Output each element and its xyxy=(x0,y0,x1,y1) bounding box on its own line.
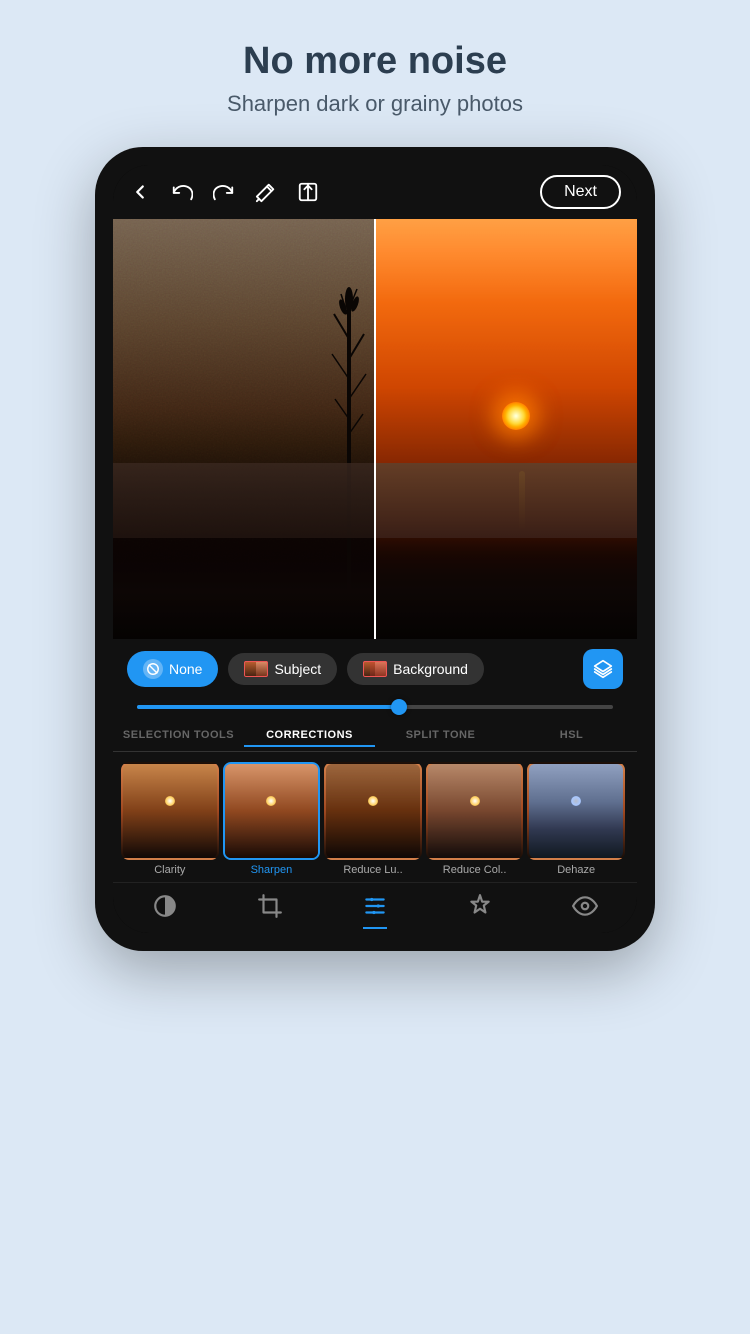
page-title: No more noise xyxy=(243,40,507,83)
split-divider xyxy=(374,219,376,639)
phone-mockup: Next xyxy=(95,147,655,951)
slider-fill xyxy=(137,705,399,709)
editor-toolbar: Next xyxy=(113,165,637,219)
tool-reduce-col-label: Reduce Col.. xyxy=(443,864,507,876)
redo-button[interactable] xyxy=(213,181,235,203)
tool-dehaze-label: Dehaze xyxy=(557,864,595,876)
tool-sharpen-thumb xyxy=(223,762,321,860)
tool-clarity-label: Clarity xyxy=(154,864,185,876)
subject-icon xyxy=(244,661,268,677)
phone-screen: Next xyxy=(113,165,637,933)
background-icon xyxy=(363,661,387,677)
compare-button[interactable] xyxy=(297,181,319,203)
tool-reduce-col-thumb xyxy=(426,762,524,860)
background-label: Background xyxy=(393,661,468,677)
tool-clarity[interactable]: Clarity xyxy=(121,762,219,876)
tools-tabs: SELECTION TOOLS CORRECTIONS SPLIT TONE H… xyxy=(113,717,637,752)
tool-sharpen[interactable]: Sharpen xyxy=(223,762,321,876)
toolbar-left-controls xyxy=(129,181,520,203)
undo-button[interactable] xyxy=(171,181,193,203)
tool-reduce-lum-thumb xyxy=(324,762,422,860)
photo-canvas xyxy=(113,219,637,639)
tool-sun-2 xyxy=(266,796,276,806)
tool-sun-3 xyxy=(368,796,378,806)
tool-sun-5 xyxy=(571,796,581,806)
tool-sun xyxy=(165,796,175,806)
sun-element xyxy=(502,402,530,430)
tab-hsl[interactable]: HSL xyxy=(506,725,637,747)
layers-button[interactable] xyxy=(583,649,623,689)
tool-reduce-color[interactable]: Reduce Col.. xyxy=(426,762,524,876)
next-button[interactable]: Next xyxy=(540,175,621,209)
selection-background-pill[interactable]: Background xyxy=(347,653,484,685)
tab-selection-tools[interactable]: SELECTION TOOLS xyxy=(113,725,244,747)
nav-adjustments-button[interactable] xyxy=(362,893,388,919)
none-icon xyxy=(143,659,163,679)
bottom-navigation xyxy=(113,882,637,933)
selection-bar: None Subject Background xyxy=(113,639,637,699)
tool-clarity-thumb xyxy=(121,762,219,860)
corrections-tools: Clarity Sharpen Reduce Lu.. xyxy=(113,752,637,882)
tab-corrections[interactable]: CORRECTIONS xyxy=(244,725,375,747)
selection-none-pill[interactable]: None xyxy=(127,651,218,687)
tool-dehaze[interactable]: Dehaze xyxy=(527,762,625,876)
nav-preview-button[interactable] xyxy=(572,893,598,919)
nav-tone-button[interactable] xyxy=(152,893,178,919)
subject-label: Subject xyxy=(274,661,321,677)
selection-subject-pill[interactable]: Subject xyxy=(228,653,337,685)
slider-thumb[interactable] xyxy=(391,699,407,715)
nav-crop-button[interactable] xyxy=(257,893,283,919)
page-subtitle: Sharpen dark or grainy photos xyxy=(227,91,523,117)
adjustment-slider-area xyxy=(113,699,637,717)
tool-reduce-luminance[interactable]: Reduce Lu.. xyxy=(324,762,422,876)
water-left xyxy=(113,463,375,539)
tool-dehaze-thumb xyxy=(527,762,625,860)
tool-reduce-lum-label: Reduce Lu.. xyxy=(343,864,402,876)
tool-sun-4 xyxy=(470,796,480,806)
tab-split-tone[interactable]: SPLIT TONE xyxy=(375,725,506,747)
magic-button[interactable] xyxy=(255,181,277,203)
nav-healing-button[interactable] xyxy=(467,893,493,919)
tool-sharpen-label: Sharpen xyxy=(251,864,293,876)
water-right xyxy=(375,463,637,539)
none-label: None xyxy=(169,661,202,677)
back-button[interactable] xyxy=(129,181,151,203)
slider-track[interactable] xyxy=(137,705,613,709)
